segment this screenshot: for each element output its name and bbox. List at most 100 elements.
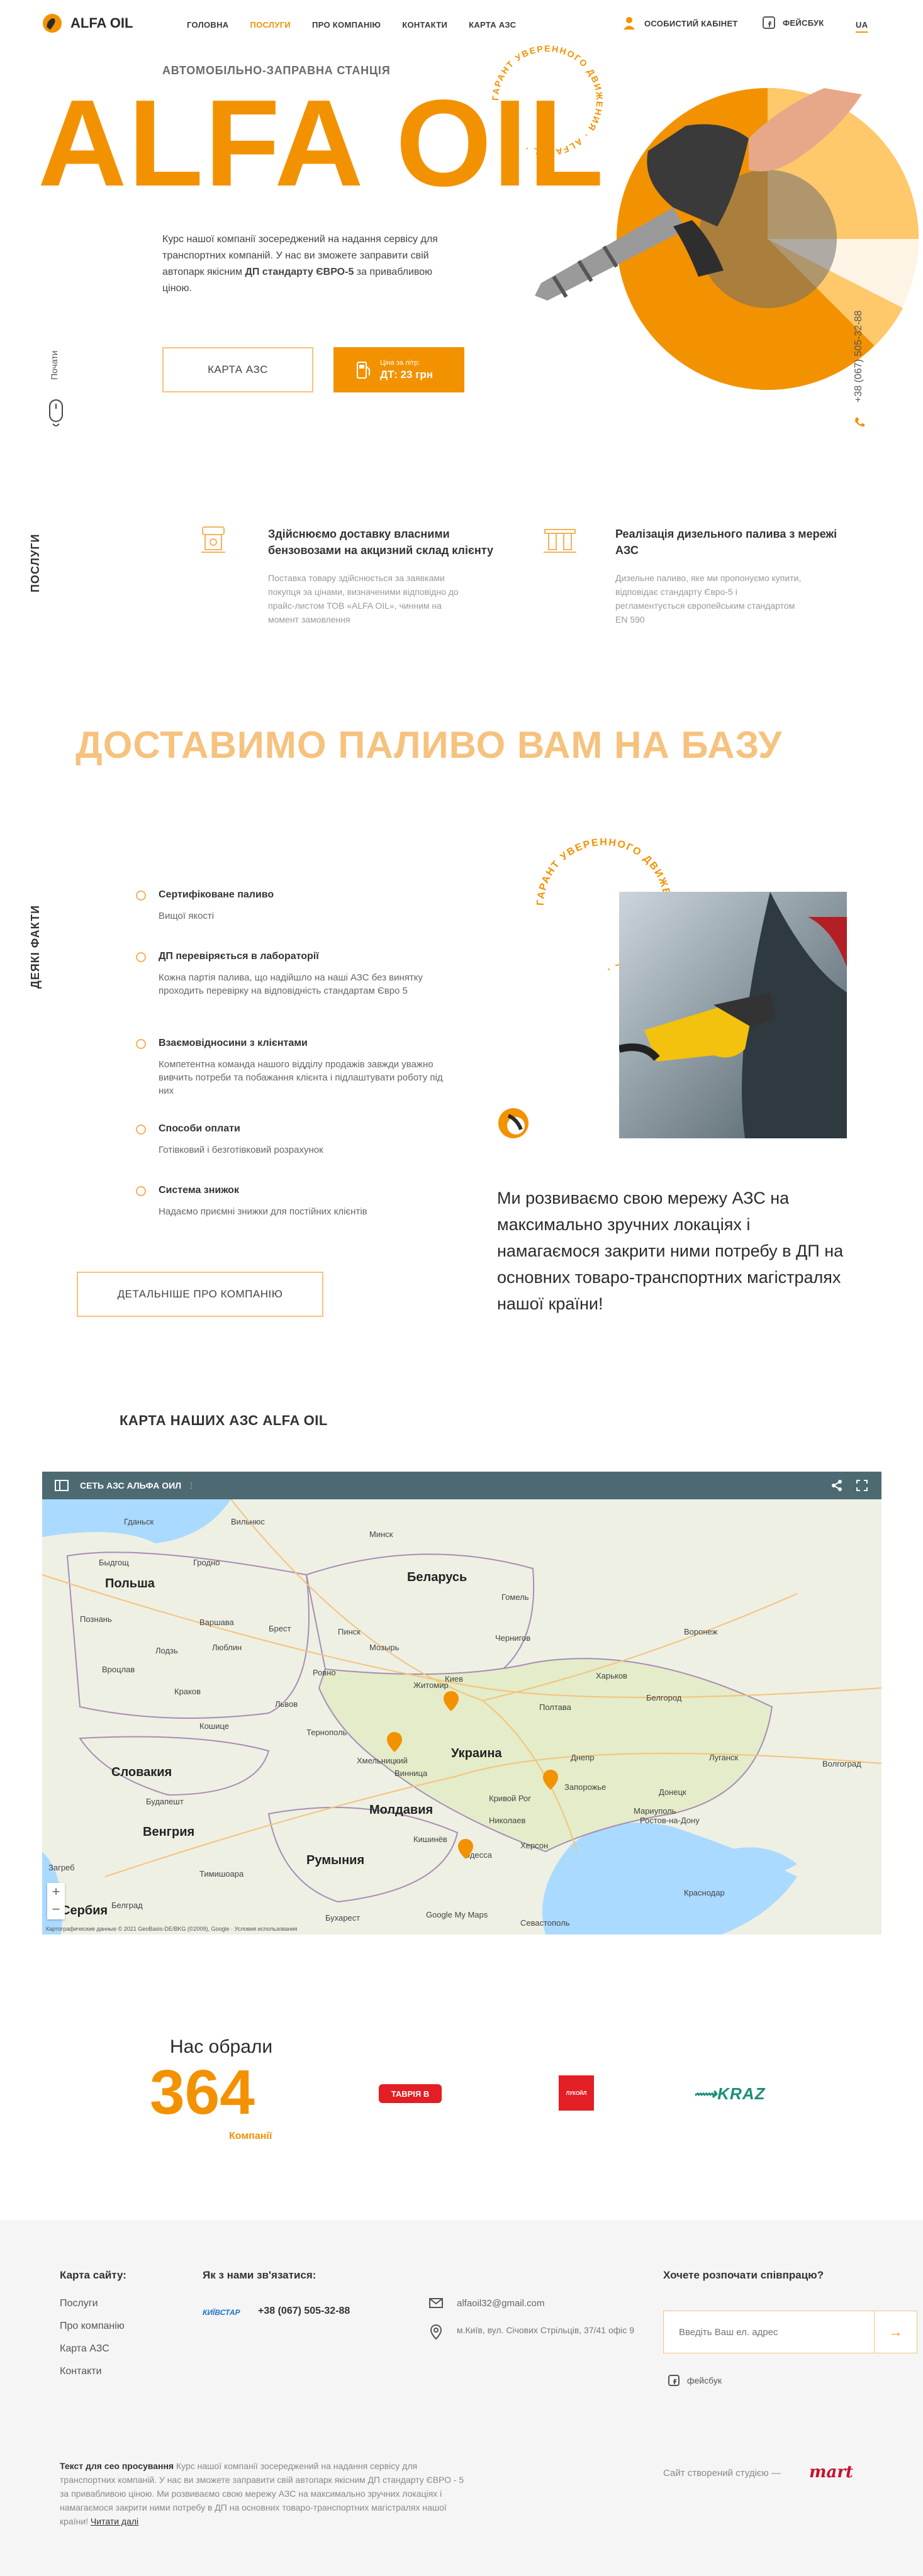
footer-facebook-link[interactable]: фейсбук	[668, 2375, 722, 2386]
logo-text[interactable]: ALFA OIL	[70, 15, 133, 31]
fact-1-title: Сертифіковане паливо	[159, 889, 274, 900]
nav-home[interactable]: ГОЛОВНА	[187, 20, 228, 30]
footer-link-services[interactable]: Послуги	[60, 2298, 125, 2309]
footer-link-about[interactable]: Про компанію	[60, 2321, 125, 2332]
scroll-mouse-icon[interactable]	[48, 399, 64, 426]
email-icon	[429, 2298, 443, 2308]
about-company-button[interactable]: ДЕТАЛЬНІШЕ ПРО КОМПАНІЮ	[77, 1272, 323, 1317]
map-label: Кишинёв	[413, 1835, 447, 1844]
fact-4-title: Способи оплати	[159, 1123, 240, 1134]
operator-logo: КИЇВСТАР	[203, 2308, 240, 2317]
subscribe-arrow-button[interactable]: →	[874, 2311, 917, 2353]
map-label: Гданьск	[124, 1517, 154, 1526]
fact-item-5: Система знижок Надаємо приємні знижки дл…	[136, 1185, 450, 1218]
fact-2-title: ДП перевіряється в лабораторії	[159, 951, 319, 962]
scroll-label: Почати	[49, 350, 59, 380]
mini-logo-icon	[498, 1108, 529, 1138]
map-section-title: КАРТА НАШИХ АЗС ALFA OIL	[120, 1413, 328, 1428]
map-label: Пинск	[338, 1627, 361, 1636]
services-section-label: ПОСЛУГИ	[29, 533, 42, 592]
map-label: Полтава	[539, 1702, 572, 1712]
map-label: Гродно	[193, 1558, 220, 1567]
map-label: Белград	[111, 1901, 143, 1910]
footer-address: м.Київ, вул. Січових Стрільців, 37/41 оф…	[457, 2325, 635, 2335]
cabinet-link[interactable]: ОСОБИСТИЙ КАБІНЕТ	[623, 16, 738, 30]
map-title: СЕТЬ АЗС АЛЬФА ОИЛ	[80, 1480, 182, 1491]
phone-icon[interactable]	[854, 416, 865, 428]
map-label: Румыния	[306, 1853, 364, 1867]
map-label: Киев	[445, 1674, 463, 1684]
map-label: Минск	[369, 1530, 393, 1539]
service-2-title: Реалізація дизельного палива з мережі АЗ…	[615, 528, 837, 557]
map-label: Краков	[174, 1687, 201, 1696]
service-1-text: Поставка товару здійснюється за заявками…	[268, 573, 459, 625]
zoom-out-button[interactable]: −	[47, 1901, 65, 1918]
price-button[interactable]: Ціна за літр: ДТ: 23 грн	[333, 347, 464, 392]
language-switch[interactable]: UA	[856, 20, 868, 33]
map-label: Чернигов	[495, 1633, 530, 1643]
cabinet-label: ОСОБИСТИЙ КАБІНЕТ	[644, 18, 738, 28]
nav-map[interactable]: КАРТА АЗС	[469, 20, 516, 30]
map-label: Брест	[269, 1624, 291, 1633]
fact-item-4: Способи оплати Готівковий і безготівкови…	[136, 1123, 450, 1157]
footer-link-contacts[interactable]: Контакти	[60, 2366, 125, 2377]
map-label: Украина	[451, 1746, 502, 1760]
facebook-icon	[668, 2375, 680, 2386]
fact-4-text: Готівковий і безготівковий розрахунок	[159, 1145, 323, 1155]
map-label: Кошице	[199, 1721, 229, 1731]
share-icon[interactable]	[831, 1480, 842, 1491]
facebook-icon	[763, 16, 775, 29]
embedded-map[interactable]: Гданьск Вильнюс Минск Быдгощ Гродно Польша Бел…	[42, 1499, 881, 1935]
map-label: Варшава	[199, 1618, 235, 1627]
map-label: Мариуполь	[634, 1806, 676, 1816]
map-label: Николаев	[489, 1816, 525, 1825]
map-legend-icon[interactable]	[55, 1480, 69, 1491]
footer-email[interactable]: alfaoil32@gmail.com	[457, 2298, 544, 2309]
map-label: Лодзь	[155, 1646, 178, 1655]
map-label: Будапешт	[146, 1797, 184, 1806]
fact-bullet	[136, 1124, 146, 1135]
map-label: Мозырь	[369, 1643, 400, 1652]
fact-3-text: Компетентна команда нашого відділу прода…	[159, 1059, 443, 1096]
map-label: Херсон	[520, 1841, 548, 1850]
delivery-title: ДОСТАВИМО ПАЛИВО ВАМ НА БАЗУ	[76, 724, 783, 766]
fact-5-text: Надаємо приємні знижки для постійних клі…	[159, 1206, 367, 1217]
zoom-controls: + −	[47, 1883, 65, 1919]
clients-number: 364	[150, 2057, 255, 2128]
fuel-pump-icon	[357, 362, 370, 379]
client-logo-lukoil: ЛУКОЙЛ	[559, 2075, 594, 2111]
footer-phone[interactable]: +38 (067) 505-32-88	[258, 2306, 350, 2317]
map-label: Белгород	[646, 1693, 682, 1702]
service-2-text: Дизельне паливо, яке ми пропонуємо купит…	[615, 573, 802, 625]
email-subscribe-input[interactable]	[664, 2311, 874, 2353]
sitemap-links: Послуги Про компанію Карта АЗС Контакти	[60, 2298, 125, 2389]
fullscreen-icon[interactable]	[856, 1480, 868, 1491]
fact-3-title: Взаємовідносини з клієнтами	[159, 1038, 308, 1048]
map-info-icon[interactable]: ⋮	[187, 1481, 195, 1490]
nav-about[interactable]: ПРО КОМПАНІЮ	[312, 20, 381, 30]
nav-contacts[interactable]: КОНТАКТИ	[402, 20, 447, 30]
fact-bullet	[136, 891, 146, 901]
footer-link-map[interactable]: Карта АЗС	[60, 2343, 125, 2355]
map-label: Познань	[80, 1614, 112, 1624]
fact-bullet	[136, 1039, 146, 1049]
map-label: Севастополь	[520, 1918, 570, 1928]
map-label: Краснодар	[684, 1888, 725, 1897]
fact-5-title: Система знижок	[159, 1185, 239, 1196]
hero-phone[interactable]: +38 (067) 505-32-88	[853, 311, 864, 402]
nav-services[interactable]: ПОСЛУГИ	[250, 20, 291, 30]
map-label: Донецк	[659, 1787, 686, 1797]
map-label: Тернополь	[306, 1728, 347, 1737]
service-1-title: Здійснюємо доставку власними бензовозами…	[268, 528, 494, 557]
studio-logo[interactable]: mart	[809, 2463, 853, 2482]
read-more-link[interactable]: Читати далі	[91, 2516, 138, 2526]
facebook-link[interactable]: ФЕЙСБУК	[763, 16, 824, 29]
zoom-in-button[interactable]: +	[47, 1883, 65, 1901]
map-label: Ростов-на-Дону	[640, 1816, 700, 1825]
seo-text: Текст для сео просування Курс нашої комп…	[60, 2461, 464, 2526]
client-logo-tavria: ТАВРІЯ В	[379, 2084, 442, 2103]
contact-title: Як з нами зв'язатися:	[203, 2269, 316, 2281]
map-button[interactable]: КАРТА АЗС	[162, 347, 313, 392]
fact-bullet	[136, 1186, 146, 1196]
fact-2-text: Кожна партія палива, що надійшло на нашi…	[159, 972, 423, 996]
